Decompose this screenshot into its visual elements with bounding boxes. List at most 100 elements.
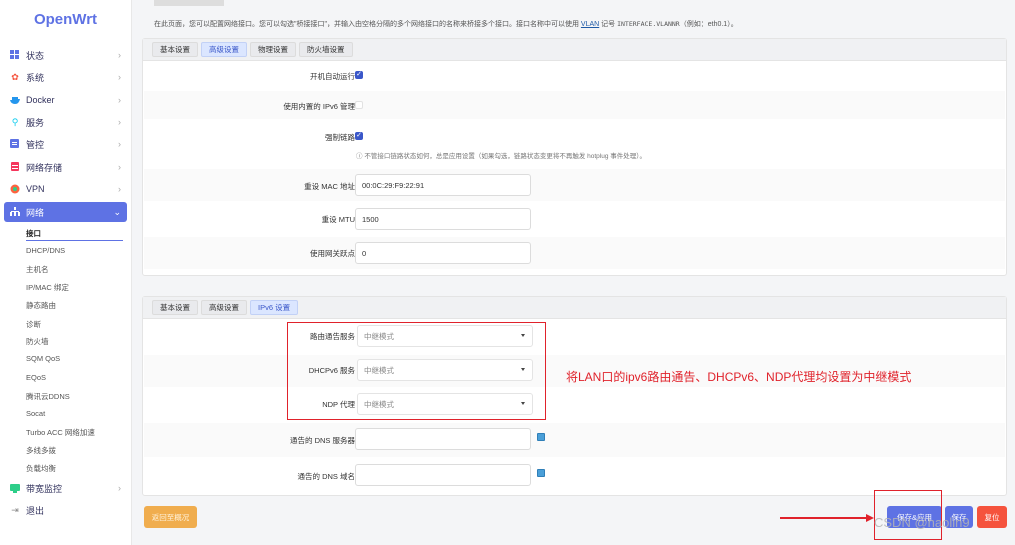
sidebar: OpenWrt 状态 › ✿ 系统 › Docker › ⚲ 服务 › 管控 ›… bbox=[0, 0, 132, 545]
main-content: 在此页面，您可以配置网络接口。您可以勾选"桥接接口"，并输入由空格分隔的多个网络… bbox=[132, 0, 1015, 545]
watermark: CSDN @haolin9 bbox=[874, 515, 970, 530]
bandwidth-icon bbox=[10, 483, 20, 493]
metric-row: 使用网关跃点 0 bbox=[144, 237, 1005, 269]
tab-advanced[interactable]: 高级设置 bbox=[201, 42, 247, 57]
network-icon bbox=[10, 207, 20, 217]
subnav-ipmac[interactable]: IP/MAC 绑定 bbox=[26, 282, 69, 293]
chevron-right-icon: › bbox=[118, 72, 121, 82]
auto-start-label: 开机自动运行 bbox=[310, 72, 355, 81]
tab-ipv6[interactable]: IPv6 设置 bbox=[250, 300, 299, 315]
force-link-checkbox[interactable]: ✓ bbox=[355, 132, 363, 140]
nav-system[interactable]: ✿ 系统 › bbox=[4, 67, 127, 87]
storage-icon bbox=[10, 162, 20, 172]
nav-bandwidth[interactable]: 带宽监控 › bbox=[4, 478, 127, 498]
subnav-multiwan[interactable]: 多线多拨 bbox=[26, 445, 56, 456]
subnav-sqm[interactable]: SQM QoS bbox=[26, 354, 60, 363]
subnav-interfaces[interactable]: 接口 bbox=[26, 228, 41, 239]
tab-physical[interactable]: 物理设置 bbox=[250, 42, 296, 57]
chevron-right-icon: › bbox=[118, 483, 121, 493]
nav-label: VPN bbox=[26, 184, 45, 194]
mac-input[interactable]: 00:0C:29:F9:22:91 bbox=[355, 174, 531, 196]
nav-status[interactable]: 状态 › bbox=[4, 45, 127, 65]
dns-server-row: 通告的 DNS 服务器 bbox=[144, 423, 1005, 457]
subnav-loadbalance[interactable]: 负载均衡 bbox=[26, 463, 56, 474]
dns-domain-input[interactable] bbox=[355, 464, 531, 486]
builtin-ipv6-row: 使用内置的 IPv6 管理 bbox=[144, 91, 1005, 119]
dashboard-icon bbox=[10, 50, 20, 60]
docker-icon bbox=[10, 95, 20, 105]
logout-icon: ⇥ bbox=[11, 504, 19, 515]
nav-label: 网络存储 bbox=[26, 162, 63, 173]
brand-logo[interactable]: OpenWrt bbox=[0, 0, 131, 38]
chevron-right-icon: › bbox=[118, 117, 121, 127]
control-icon bbox=[10, 139, 20, 149]
tab-basic[interactable]: 基本设置 bbox=[152, 42, 198, 57]
tab-bar: 基本设置 高级设置 物理设置 防火墙设置 bbox=[143, 39, 1006, 61]
vlan-link[interactable]: VLAN bbox=[581, 21, 599, 28]
dns-domain-label: 通告的 DNS 域名 bbox=[297, 472, 355, 481]
force-link-label: 强制链路 bbox=[325, 133, 355, 142]
nav-label: 系统 bbox=[26, 72, 45, 83]
subnav-ddns[interactable]: 腾讯云DDNS bbox=[26, 391, 70, 402]
chevron-right-icon: › bbox=[118, 95, 121, 105]
force-link-row: 强制链路 ✓ ⓘ 不管接口链路状态如何，总是应用设置（如果勾选，链路状态变更将不… bbox=[144, 121, 1005, 165]
tab-basic[interactable]: 基本设置 bbox=[152, 300, 198, 315]
vpn-icon bbox=[10, 184, 20, 194]
services-icon: ⚲ bbox=[11, 116, 19, 127]
back-to-overview-button[interactable]: 返回至概况 bbox=[144, 506, 197, 528]
page-description: 在此页面，您可以配置网络接口。您可以勾选"桥接接口"，并输入由空格分隔的多个网络… bbox=[154, 20, 738, 28]
advanced-settings-card: 基本设置 高级设置 物理设置 防火墙设置 开机自动运行 ✓ 使用内置的 IPv6… bbox=[142, 38, 1007, 276]
metric-input[interactable]: 0 bbox=[355, 242, 531, 264]
chevron-right-icon: › bbox=[118, 184, 121, 194]
page-title-fragment bbox=[154, 0, 224, 6]
tab-bar: 基本设置 高级设置 IPv6 设置 bbox=[143, 297, 1006, 319]
mtu-label: 重设 MTU bbox=[321, 215, 355, 224]
nav-label: 带宽监控 bbox=[26, 483, 63, 494]
subnav-active-underline bbox=[26, 240, 123, 241]
nav-label: 网络 bbox=[26, 207, 45, 218]
subnav-hostnames[interactable]: 主机名 bbox=[26, 264, 49, 275]
nav-vpn[interactable]: VPN › bbox=[4, 179, 127, 199]
mtu-input[interactable]: 1500 bbox=[355, 208, 531, 230]
nav-logout[interactable]: ⇥ 退出 bbox=[4, 500, 127, 520]
nav-control[interactable]: 管控 › bbox=[4, 134, 127, 154]
mac-row: 重设 MAC 地址 00:0C:29:F9:22:91 bbox=[144, 169, 1005, 201]
metric-label: 使用网关跃点 bbox=[310, 249, 355, 258]
dns-server-label: 通告的 DNS 服务器 bbox=[289, 436, 355, 445]
nav-label: 管控 bbox=[26, 139, 45, 150]
subnav-turboacc[interactable]: Turbo ACC 网络加速 bbox=[26, 427, 95, 438]
dns-server-input[interactable] bbox=[355, 428, 531, 450]
auto-start-row: 开机自动运行 ✓ bbox=[144, 63, 1005, 89]
arrow-head-icon bbox=[866, 514, 874, 522]
mtu-row: 重设 MTU 1500 bbox=[144, 203, 1005, 235]
nav-label: 退出 bbox=[26, 505, 45, 516]
nav-services[interactable]: ⚲ 服务 › bbox=[4, 112, 127, 132]
ndp-row: NDP 代理 中继模式 bbox=[144, 389, 1005, 421]
auto-start-checkbox[interactable]: ✓ bbox=[355, 71, 363, 79]
mac-label: 重设 MAC 地址 bbox=[304, 182, 355, 191]
force-link-hint: ⓘ 不管接口链路状态如何，总是应用设置（如果勾选，链路状态变更将不再触发 hot… bbox=[356, 153, 646, 160]
ra-row: 路由通告服务 中继模式 bbox=[144, 321, 1005, 353]
nav-label: 状态 bbox=[26, 50, 45, 61]
subnav-eqos[interactable]: EQoS bbox=[26, 373, 46, 382]
builtin-ipv6-label: 使用内置的 IPv6 管理 bbox=[283, 102, 355, 111]
subnav-dhcp[interactable]: DHCP/DNS bbox=[26, 246, 65, 255]
chevron-right-icon: › bbox=[118, 50, 121, 60]
builtin-ipv6-checkbox[interactable] bbox=[355, 101, 363, 109]
highlight-box-ipv6 bbox=[287, 322, 546, 420]
nav-docker[interactable]: Docker › bbox=[4, 90, 127, 110]
add-entry-icon[interactable] bbox=[537, 433, 545, 441]
nav-label: 服务 bbox=[26, 117, 45, 128]
tab-advanced[interactable]: 高级设置 bbox=[201, 300, 247, 315]
reset-button[interactable]: 复位 bbox=[977, 506, 1007, 528]
subnav-firewall[interactable]: 防火墙 bbox=[26, 336, 49, 347]
nav-label: Docker bbox=[26, 95, 55, 105]
add-entry-icon[interactable] bbox=[537, 469, 545, 477]
nav-storage[interactable]: 网络存储 › bbox=[4, 157, 127, 177]
subnav-socat[interactable]: Socat bbox=[26, 409, 45, 418]
subnav-diagnostics[interactable]: 诊断 bbox=[26, 319, 41, 330]
ipv6-settings-card: 基本设置 高级设置 IPv6 设置 路由通告服务 中继模式 DHCPv6 服务 … bbox=[142, 296, 1007, 496]
nav-network[interactable]: 网络 ⌄ bbox=[4, 202, 127, 222]
subnav-routes[interactable]: 静态路由 bbox=[26, 300, 56, 311]
tab-firewall[interactable]: 防火墙设置 bbox=[299, 42, 353, 57]
